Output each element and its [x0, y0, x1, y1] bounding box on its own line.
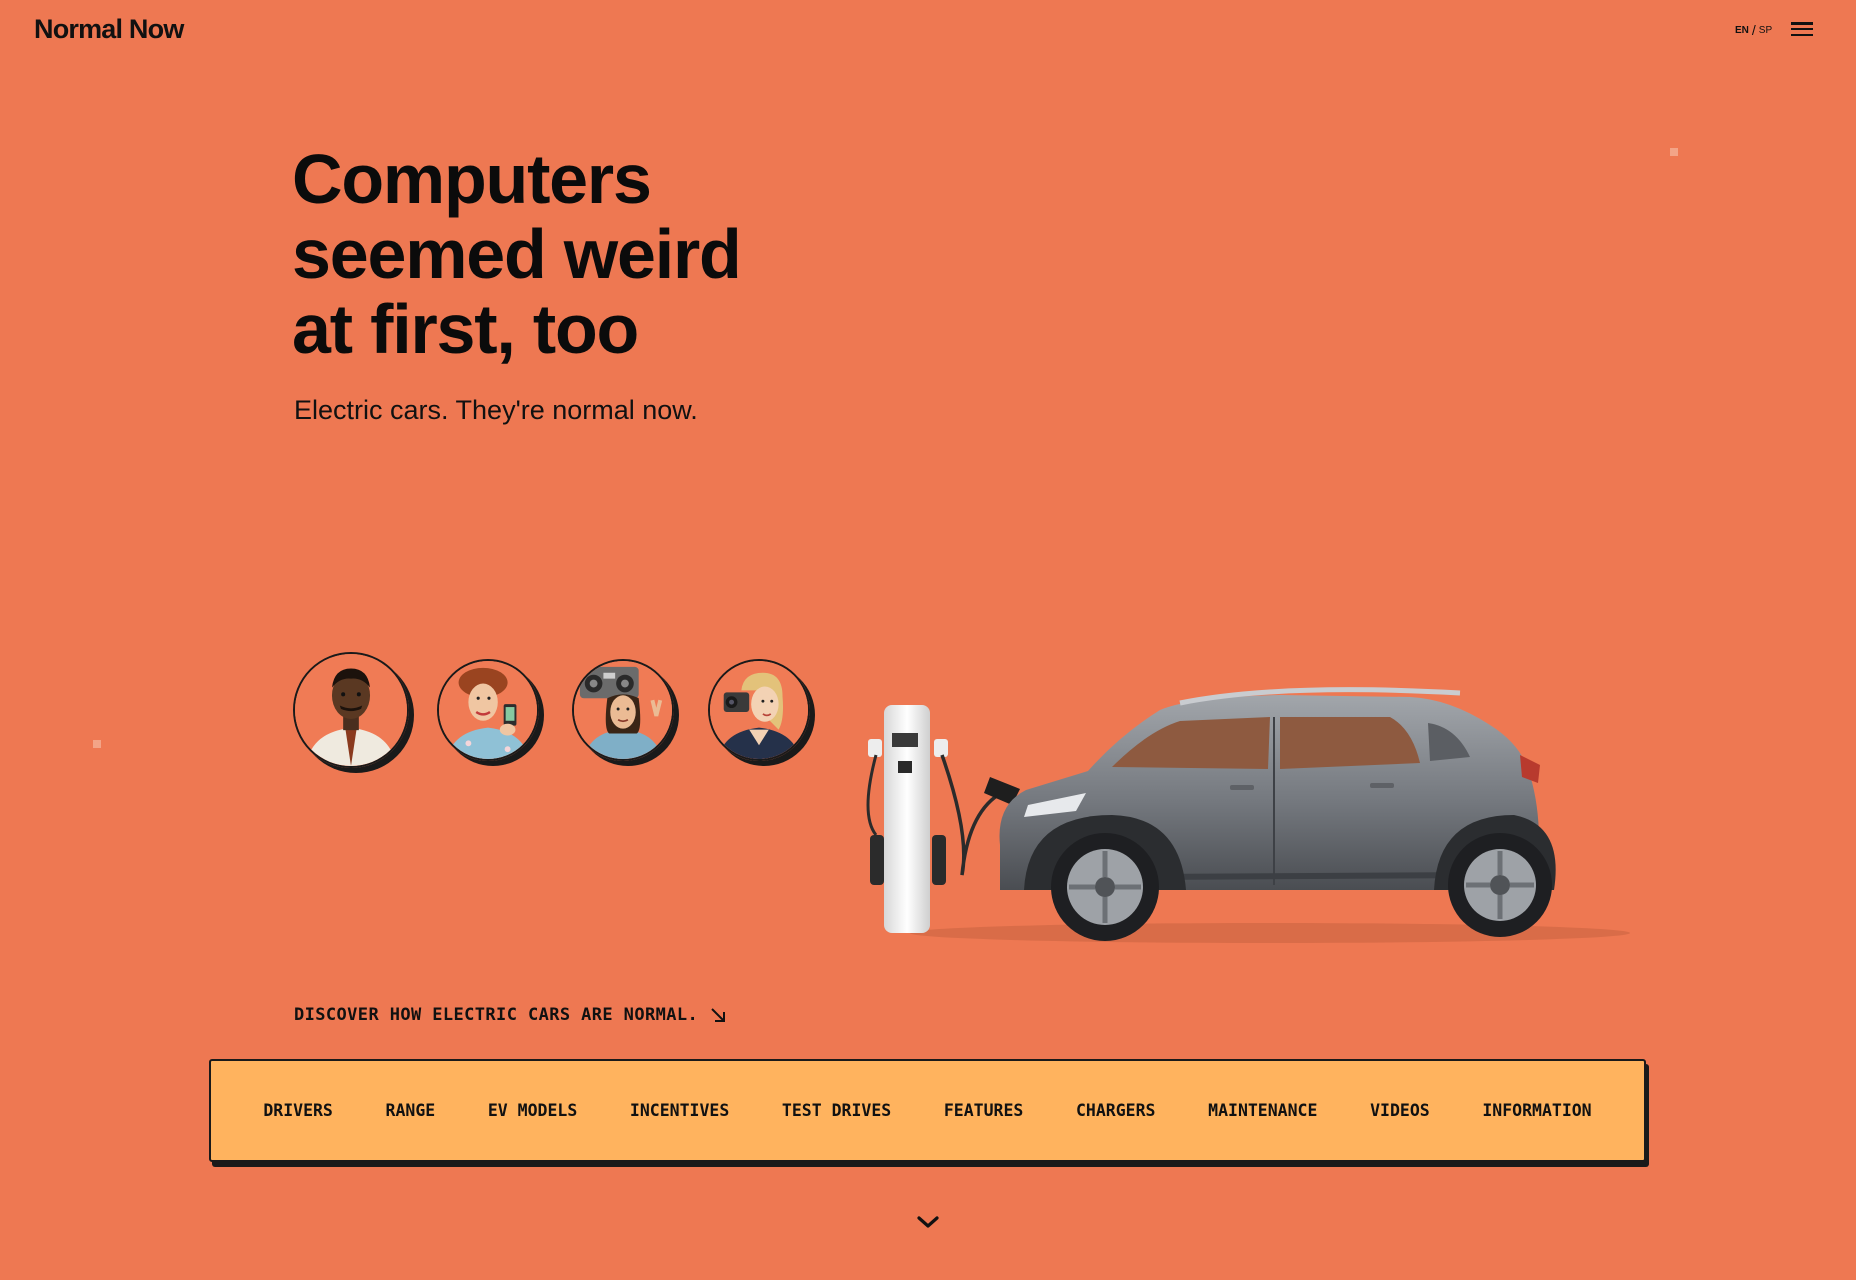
nav-item-maintenance[interactable]: MAINTENANCE — [1208, 1101, 1317, 1120]
hamburger-menu-icon[interactable] — [1791, 22, 1813, 37]
nav-item-drivers[interactable]: DRIVERS — [263, 1101, 333, 1120]
avatar-woman-camcorder[interactable] — [708, 659, 810, 761]
nav-item-chargers[interactable]: CHARGERS — [1076, 1101, 1155, 1120]
headline-line-1: Computers — [292, 140, 652, 218]
category-nav: DRIVERS RANGE EV MODELS INCENTIVES TEST … — [209, 1059, 1646, 1162]
lang-separator: / — [1751, 22, 1756, 38]
headline-line-3: at first, too — [292, 290, 639, 368]
hero-headline: Computers seemed weird at first, too — [292, 142, 912, 367]
nav-item-range[interactable]: RANGE — [386, 1101, 436, 1120]
discover-label: DISCOVER HOW ELECTRIC CARS ARE NORMAL. — [294, 1005, 699, 1025]
logo[interactable]: Normal Now — [34, 14, 184, 45]
nav-item-videos[interactable]: VIDEOS — [1370, 1101, 1430, 1120]
decorative-speck — [1670, 148, 1678, 156]
nav-item-test-drives[interactable]: TEST DRIVES — [782, 1101, 891, 1120]
headline-line-2: seemed weird — [292, 215, 742, 293]
nav-item-features[interactable]: FEATURES — [944, 1101, 1023, 1120]
avatar-woman-phone[interactable] — [437, 659, 539, 761]
avatar-man-boombox[interactable] — [572, 659, 674, 761]
discover-link[interactable]: DISCOVER HOW ELECTRIC CARS ARE NORMAL. — [294, 1005, 726, 1025]
language-switcher: EN / SP — [1735, 22, 1772, 38]
lang-en[interactable]: EN — [1735, 25, 1749, 36]
lang-sp[interactable]: SP — [1759, 25, 1772, 36]
electric-car-charging-illustration — [866, 687, 1630, 943]
chevron-down-icon[interactable] — [915, 1213, 941, 1231]
decorative-speck — [93, 740, 101, 748]
nav-item-incentives[interactable]: INCENTIVES — [630, 1101, 729, 1120]
hero-subheadline: Electric cars. They're normal now. — [294, 395, 698, 425]
arrow-down-right-icon — [711, 1008, 726, 1022]
nav-item-ev-models[interactable]: EV MODELS — [488, 1101, 577, 1120]
nav-item-information[interactable]: INFORMATION — [1482, 1101, 1591, 1120]
avatar-man-tie[interactable] — [293, 652, 409, 768]
